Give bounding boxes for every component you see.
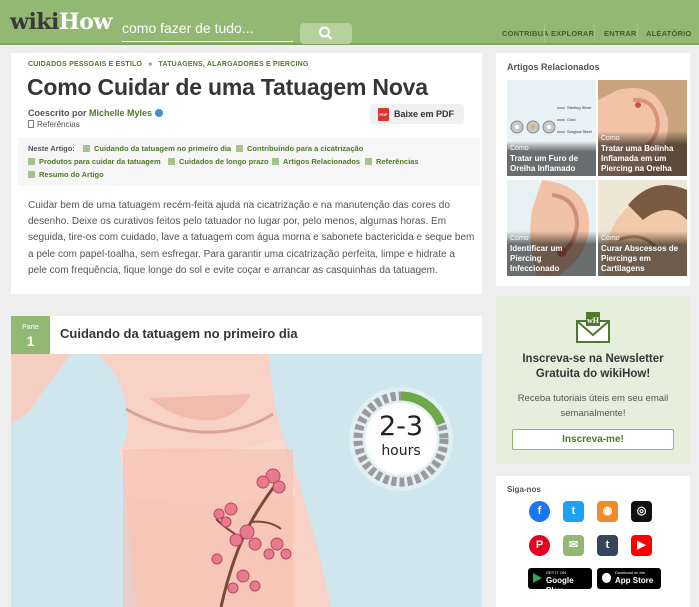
newsletter-card: wH Inscreva-se na Newsletter Gratuita do… [496, 296, 690, 464]
app-store-button[interactable]: Download on the App Store [597, 568, 661, 589]
table-of-contents: Neste Artigo: Cuidando da tatuagem no pr… [18, 138, 480, 186]
breadcrumb-link-cuidados[interactable]: CUIDADOS PESSOAIS E ESTILO [28, 61, 142, 68]
google-play-icon [533, 573, 542, 583]
site-header: wikiHow CONTRIBUA EXPLORAR ENTRAR ALEATÓ… [0, 0, 699, 45]
related-article[interactable]: Como Curar Abscessos de Piercings em Cart… [598, 180, 687, 276]
related-article[interactable]: Sterling Silver Gold Surgical Steel Como… [507, 80, 596, 176]
article-intro: Cuidar bem de uma tatuagem recém-feita a… [28, 200, 475, 276]
newsletter-title: Inscreva-se na Newsletter Gratuita do wi… [522, 353, 664, 380]
google-play-button[interactable]: GET IT ON Google Play [528, 568, 592, 595]
toc-label: Neste Artigo: [28, 144, 75, 153]
breadcrumb-link-tatuagens[interactable]: TATUAGENS, ALARGADORES E PIERCING [159, 61, 309, 68]
related-articles-title: Artigos Relacionados [507, 62, 600, 72]
tattoo-arm-illustration [11, 354, 482, 607]
rss-icon[interactable]: ◉ [597, 501, 618, 522]
verified-icon [155, 109, 164, 117]
toc-item[interactable]: Resumo do Artigo [28, 170, 104, 179]
timer-value: 2-3 [378, 411, 424, 442]
nav-entrar[interactable]: ENTRAR [604, 29, 636, 38]
pinterest-icon[interactable]: P [529, 535, 550, 556]
part-badge: Parte 1 [11, 316, 50, 354]
toc-item[interactable]: Referências [365, 157, 419, 166]
search-input[interactable] [122, 20, 293, 36]
part-title: Cuidando da tatuagem no primeiro dia [60, 326, 298, 341]
social-card [496, 476, 690, 607]
toc-item[interactable]: Cuidando da tatuagem no primeiro dia [83, 144, 231, 153]
page-title: Como Cuidar de uma Tatuagem Nova [27, 74, 428, 100]
nav-aleatorio[interactable]: ALEATÓRIO [646, 29, 691, 38]
newsletter-subscribe-button[interactable]: Inscreva-me! [512, 429, 674, 450]
toc-item[interactable]: Contribuindo para a cicatrização [236, 144, 363, 153]
nav-contribua[interactable]: CONTRIBUA [502, 29, 549, 38]
coauthor-line: Coescrito por Michelle Myles [28, 108, 164, 118]
search-icon [319, 26, 333, 40]
svg-text:wH: wH [587, 316, 600, 325]
coauthor-link[interactable]: Michelle Myles [89, 108, 152, 118]
wikihow-logo[interactable]: wikiHow [10, 9, 112, 35]
references-link[interactable]: Referências [28, 120, 80, 129]
toc-item[interactable]: Artigos Relacionados [272, 157, 360, 166]
twitter-icon[interactable]: t [563, 501, 584, 522]
facebook-icon[interactable]: f [529, 501, 550, 522]
pdf-icon: PDF [378, 108, 389, 121]
search-button[interactable] [300, 23, 352, 44]
related-article[interactable]: Como Identificar um Piercing Infeccionado [507, 180, 596, 276]
document-icon [28, 120, 34, 128]
newsletter-description: Receba tutoriais úteis em seu email sema… [517, 393, 669, 419]
newsletter-envelope-icon: wH [576, 312, 610, 343]
nav-explorar[interactable]: EXPLORAR [551, 29, 594, 38]
timer-unit: hours [381, 443, 421, 459]
tumblr-icon[interactable]: t [597, 535, 618, 556]
toc-item[interactable]: Produtos para cuidar da tatuagem [28, 157, 161, 166]
email-icon[interactable]: ✉ [563, 535, 584, 556]
download-pdf-button[interactable]: PDF Baixe em PDF [370, 104, 464, 124]
youtube-icon[interactable]: ▶ [631, 535, 652, 556]
apple-icon [602, 573, 611, 583]
follow-label: Siga-nos [507, 485, 541, 494]
step-illustration[interactable]: 2-3 hours [11, 354, 482, 607]
instagram-icon[interactable]: ◎ [631, 501, 652, 522]
search-box [122, 20, 293, 42]
related-article[interactable]: Como Tratar uma Bolinha Inflamada em um P… [598, 80, 687, 176]
toc-item[interactable]: Cuidados de longo prazo [168, 157, 269, 166]
breadcrumb: CUIDADOS PESSOAIS E ESTILO » TATUAGENS, … [28, 61, 309, 68]
